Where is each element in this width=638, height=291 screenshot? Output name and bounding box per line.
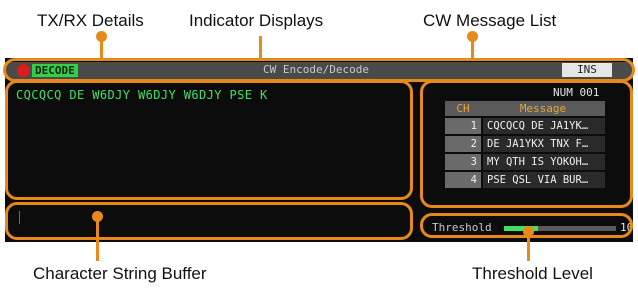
cw-message-list-callout: CW Message List	[423, 11, 557, 30]
cw-message-list-frame	[420, 80, 633, 208]
tx-rx-details-frame	[5, 80, 413, 200]
indicator-displays-frame	[3, 58, 635, 82]
threshold-level-callout: Threshold Level	[472, 264, 593, 283]
threshold-level-pointer	[523, 226, 534, 261]
character-string-buffer-frame	[5, 202, 413, 240]
tx-rx-details-callout: TX/RX Details	[37, 11, 144, 30]
character-string-buffer-callout: Character String Buffer	[33, 264, 207, 283]
indicator-displays-callout: Indicator Displays	[189, 11, 324, 30]
character-string-buffer-pointer	[92, 211, 103, 261]
